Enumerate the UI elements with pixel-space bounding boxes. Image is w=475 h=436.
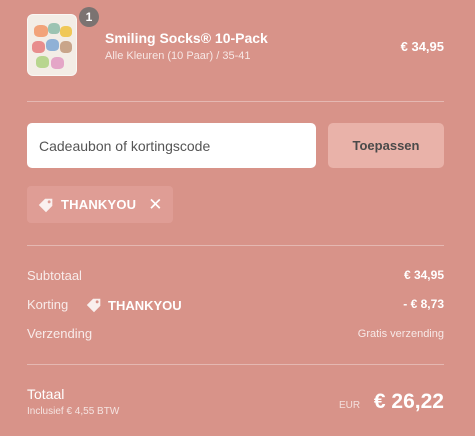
applied-code-label: THANKYOU bbox=[61, 197, 137, 212]
subtotal-label: Subtotaal bbox=[27, 268, 82, 283]
close-icon[interactable]: ✕ bbox=[148, 196, 162, 213]
total-label: Totaal bbox=[27, 386, 65, 402]
sock-shape bbox=[34, 25, 48, 37]
divider bbox=[27, 245, 444, 246]
grand-total: € 26,22 bbox=[373, 390, 444, 413]
product-name: Smiling Socks® 10-Pack bbox=[105, 30, 268, 46]
shipping-value: Gratis verzending bbox=[357, 328, 444, 340]
sock-shape bbox=[48, 23, 60, 34]
discount-value: - € 8,73 bbox=[403, 297, 444, 311]
shipping-label: Verzending bbox=[27, 326, 93, 341]
product-thumbnail bbox=[27, 14, 77, 76]
sock-shape bbox=[36, 56, 49, 68]
discount-code-input[interactable] bbox=[27, 123, 316, 168]
tag-icon bbox=[86, 298, 101, 313]
tax-note: Inclusief € 4,55 BTW bbox=[27, 406, 120, 417]
quantity-badge: 1 bbox=[79, 7, 99, 27]
sock-shape bbox=[32, 41, 45, 53]
applied-discount-tag: THANKYOU ✕ bbox=[27, 186, 173, 223]
discount-label: Korting bbox=[27, 297, 69, 312]
discount-code-text: THANKYOU bbox=[108, 297, 182, 313]
sock-shape bbox=[51, 57, 64, 69]
tag-icon bbox=[38, 198, 53, 212]
product-price: € 34,95 bbox=[400, 39, 444, 54]
sock-shape bbox=[46, 39, 59, 51]
currency-code: EUR bbox=[339, 400, 361, 411]
sock-shape bbox=[60, 41, 72, 53]
divider bbox=[27, 364, 444, 365]
sock-shape bbox=[60, 26, 72, 37]
discount-line-code: THANKYOU bbox=[85, 296, 182, 314]
apply-discount-button[interactable]: Toepassen bbox=[328, 123, 444, 168]
subtotal-value: € 34,95 bbox=[403, 268, 444, 282]
divider bbox=[27, 101, 444, 102]
product-variant: Alle Kleuren (10 Paar) / 35-41 bbox=[105, 50, 251, 62]
